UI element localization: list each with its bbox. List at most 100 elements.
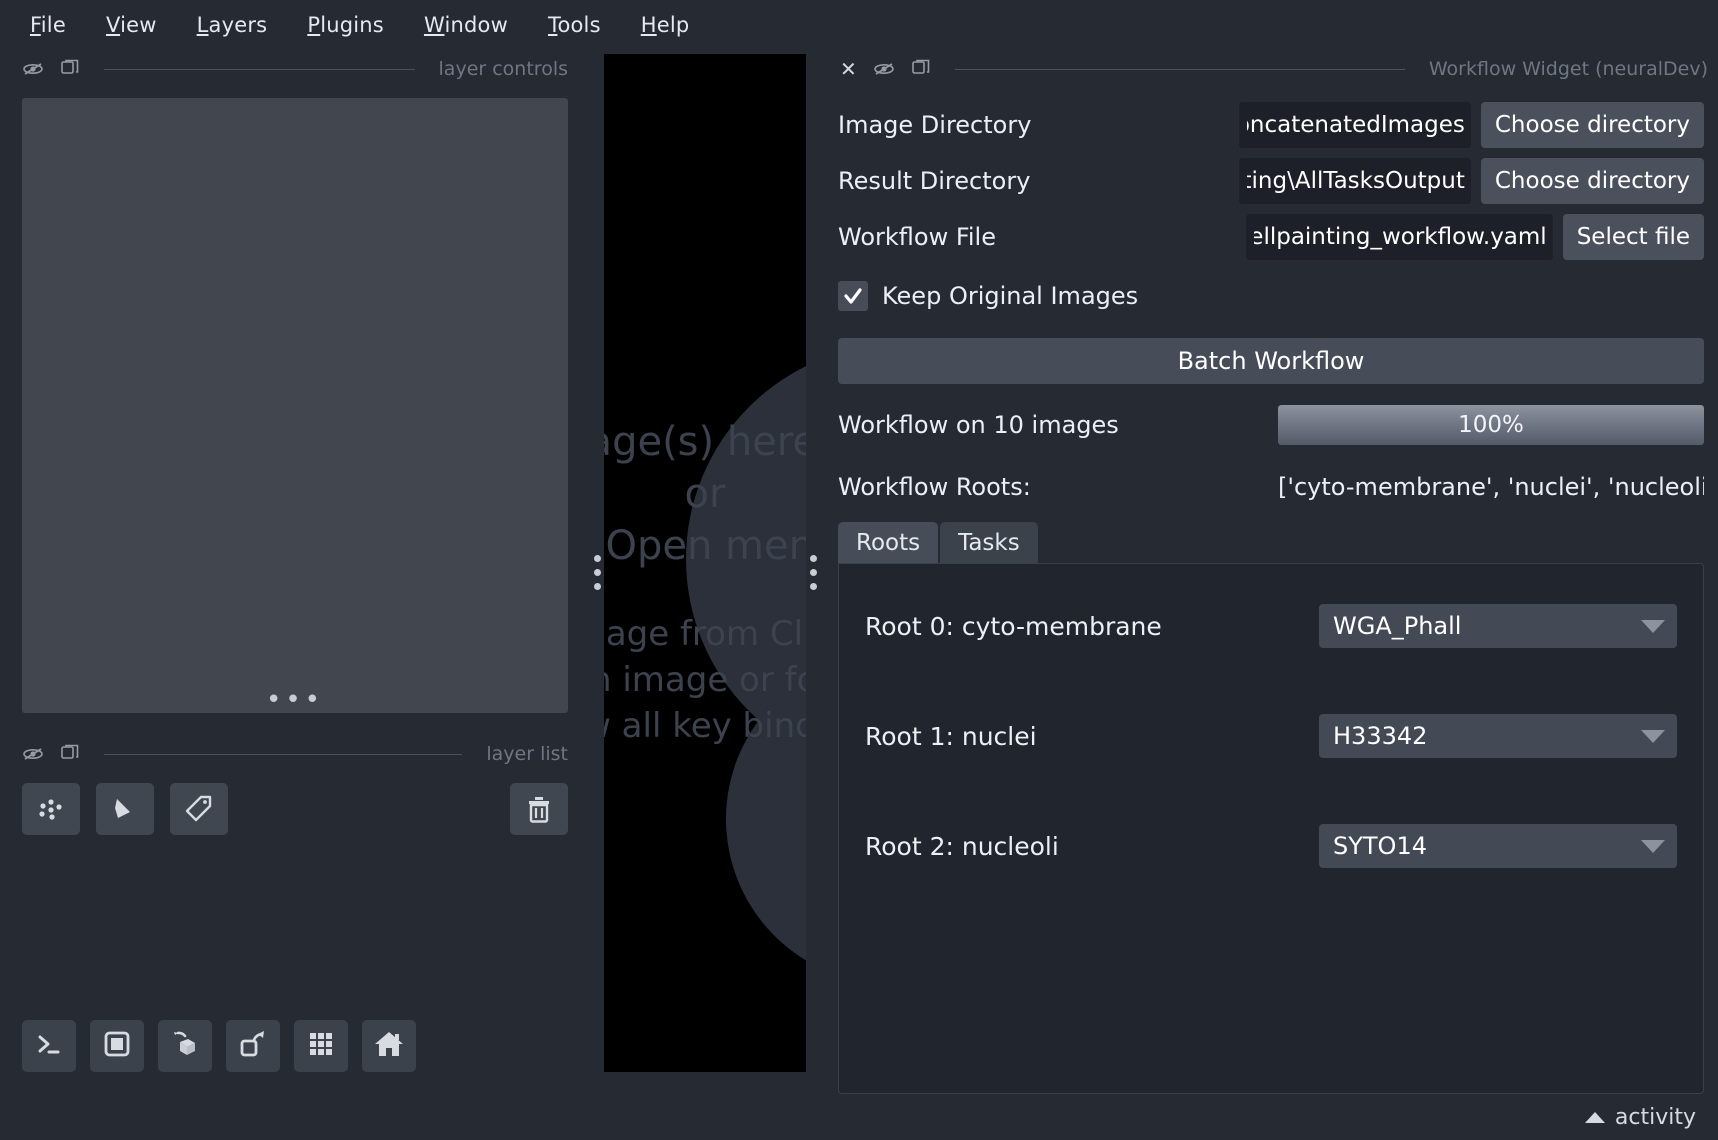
cube-icon [169,1028,201,1064]
root-2-channel-value: SYTO14 [1333,832,1427,860]
root-0-channel-value: WGA_Phall [1333,612,1462,640]
menu-plugins[interactable]: Plugins [291,9,400,41]
header-divider [954,68,1405,70]
ndisplay-2d-button[interactable] [90,1020,144,1072]
workflow-roots-label: Workflow Roots: [838,473,1031,501]
layer-action-buttons [0,773,590,835]
viewer-buttons-toolbar [0,1020,590,1094]
batch-workflow-button[interactable]: Batch Workflow [838,338,1704,384]
layer-list-header: layer list [0,735,590,773]
viewer-canvas[interactable]: Drag image(s) here to open or Use File >… [604,54,806,1072]
menu-bar: File View Layers Plugins Window Tools He… [0,0,1718,50]
float-icon[interactable] [909,58,931,80]
result-directory-row: Result Directory Choose directory [838,158,1704,204]
header-divider [104,68,415,70]
root-row-1: Root 1: nuclei H33342 [865,714,1677,758]
result-directory-label: Result Directory [838,167,1031,195]
workflow-progress-label: Workflow on 10 images [838,411,1119,439]
root-1-channel-select[interactable]: H33342 [1319,714,1677,758]
ndisplay-3d-button[interactable] [158,1020,212,1072]
left-dock-panel: layer controls ••• layer list [0,50,590,1094]
workflow-tabs: Roots Tasks Root 0: cyto-membrane WGA_Ph… [838,522,1704,1094]
menu-tools[interactable]: Tools [532,9,617,41]
napari-main-window: File View Layers Plugins Window Tools He… [0,0,1718,1140]
image-directory-label: Image Directory [838,111,1032,139]
root-2-channel-select[interactable]: SYTO14 [1319,824,1677,868]
workflow-form: Image Directory Choose directory Result … [820,88,1716,510]
new-shapes-layer-button[interactable] [96,783,154,835]
welcome-line-1: Drag image(s) here to open [604,419,806,466]
header-divider [104,753,463,755]
keep-original-images-checkbox[interactable] [838,281,868,311]
workflow-file-label: Workflow File [838,223,996,251]
hide-icon[interactable] [22,58,44,80]
main-split-area: layer controls ••• layer list ge(s) here… [0,50,1718,1094]
welcome-message: Drag image(s) here to open or Use File >… [604,417,806,751]
root-row-2: Root 2: nucleoli SYTO14 [865,824,1677,868]
chevron-down-icon [1641,619,1665,633]
menu-file[interactable]: File [14,9,82,41]
roots-tab-panel: Root 0: cyto-membrane WGA_Phall Root 1: … [838,563,1704,1094]
chevron-up-icon[interactable] [1584,1111,1605,1123]
root-2-label: Root 2: nucleoli [865,831,1059,861]
menu-view[interactable]: View [90,9,173,41]
trash-icon [523,793,555,825]
grid-view-button[interactable] [294,1020,348,1072]
result-directory-field-group: Choose directory [1238,158,1704,204]
choose-image-directory-button[interactable]: Choose directory [1480,102,1704,148]
new-points-layer-button[interactable] [22,783,80,835]
console-icon [33,1028,65,1064]
root-1-label: Root 1: nuclei [865,721,1037,751]
viewer-canvas-container: Drag image(s) here to open or Use File >… [604,50,806,1094]
hide-icon[interactable] [873,58,895,80]
splitter-grip-icon [809,554,817,590]
tab-bar: Roots Tasks [838,522,1704,563]
check-icon [842,285,864,307]
square-icon [101,1028,133,1064]
layer-controls-header: layer controls [0,50,590,88]
workflow-file-input[interactable] [1245,214,1553,260]
activity-label[interactable]: activity [1615,1105,1696,1130]
menu-help[interactable]: Help [625,9,706,41]
workflow-progress-row: Workflow on 10 images 100% [838,402,1704,448]
menu-window[interactable]: Window [408,9,524,41]
root-0-label: Root 0: cyto-membrane [865,611,1162,641]
layer-controls-title: layer controls [438,58,568,80]
status-bar: activity [0,1094,1718,1140]
splitter-right[interactable] [806,50,820,1094]
splitter-left[interactable] [590,50,604,1094]
tab-tasks[interactable]: Tasks [940,522,1038,563]
console-button[interactable] [22,1020,76,1072]
workflow-progress-text: 100% [1458,412,1524,438]
choose-result-directory-button[interactable]: Choose directory [1480,158,1704,204]
menu-layers[interactable]: Layers [181,9,284,41]
layer-controls-resize-handle[interactable]: ••• [22,687,568,713]
image-directory-field-group: Choose directory [1238,102,1704,148]
roll-dims-button[interactable] [226,1020,280,1072]
layer-list[interactable] [0,835,590,1020]
new-labels-layer-button[interactable] [170,783,228,835]
image-directory-input[interactable] [1238,102,1471,148]
welcome-line-3: Use File > Open menu shortcut [604,523,806,570]
image-directory-row: Image Directory Choose directory [838,102,1704,148]
chevron-down-icon [1641,839,1665,853]
result-directory-input[interactable] [1238,158,1471,204]
root-0-channel-select[interactable]: WGA_Phall [1319,604,1677,648]
layer-buttons-spacer [244,783,494,835]
workflow-file-row: Workflow File Select file [838,214,1704,260]
points-icon [34,792,68,826]
float-icon[interactable] [58,58,80,80]
workflow-widget-panel: ✕ Workflow Widget (neuralDev) Image Dire… [820,50,1718,1094]
home-button[interactable] [362,1020,416,1072]
delete-layer-button[interactable] [510,783,568,835]
welcome-hint-2: open image or folder [604,660,806,701]
keep-original-images-label: Keep Original Images [882,282,1139,310]
workflow-progress-bar: 100% [1278,405,1704,445]
keep-original-images-row: Keep Original Images [838,272,1704,320]
select-workflow-file-button[interactable]: Select file [1562,214,1704,260]
close-icon[interactable]: ✕ [838,59,859,79]
float-icon[interactable] [58,743,80,765]
layer-controls-body: ••• [22,98,568,713]
hide-icon[interactable] [22,743,44,765]
tab-roots[interactable]: Roots [838,522,939,563]
